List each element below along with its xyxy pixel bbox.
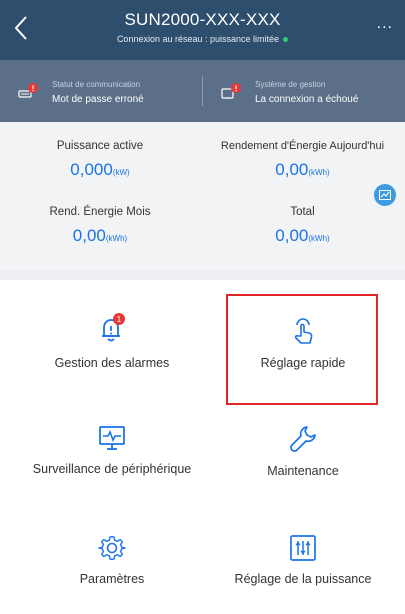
settings-tile[interactable]: Paramètres xyxy=(17,534,207,586)
today-yield-number: 0,00 xyxy=(275,160,309,179)
power-adjustment-label: Réglage de la puissance xyxy=(234,572,372,586)
management-system-value: La connexion a échoué xyxy=(255,94,359,105)
today-yield-value: 0,00(kWh) xyxy=(200,160,405,180)
active-power-value: 0,000(kW) xyxy=(0,160,200,180)
quick-setup-label: Réglage rapide xyxy=(260,356,346,370)
management-system-label: Système de gestion xyxy=(255,80,326,89)
maintenance-label: Maintenance xyxy=(267,464,339,478)
quick-setup-tile[interactable]: Réglage rapide xyxy=(208,316,398,370)
device-monitoring-tile[interactable]: Surveillance de périphérique xyxy=(7,424,217,476)
month-yield-number: 0,00 xyxy=(72,226,106,245)
today-yield-stat: Rendement d'Énergie Aujourd'hui 0,00(kWh… xyxy=(200,140,405,180)
alarm-management-tile[interactable]: 1 Gestion des alarmes xyxy=(17,312,207,370)
tap-hand-icon xyxy=(294,318,313,344)
communication-status-value: Mot de passe erroné xyxy=(52,94,144,105)
section-gap xyxy=(0,270,405,280)
bell-icon: 1 xyxy=(102,313,125,342)
chart-button[interactable] xyxy=(374,184,396,206)
app-header: SUN2000-XXX-XXX Connexion au réseau : pu… xyxy=(0,0,405,60)
total-yield-number: 0,00 xyxy=(275,226,309,245)
device-title: SUN2000-XXX-XXX xyxy=(124,10,281,29)
active-power-number: 0,000 xyxy=(70,160,113,179)
total-yield-stat: Total 0,00(kWh) xyxy=(200,206,405,246)
more-button[interactable]: ... xyxy=(377,16,393,32)
status-bar: Statut de communication Mot de passe err… xyxy=(0,60,405,122)
active-power-label: Puissance active xyxy=(56,140,144,152)
chart-icon xyxy=(379,190,391,200)
alarm-badge-count: 1 xyxy=(117,315,122,324)
sliders-icon xyxy=(290,535,316,561)
month-yield-stat: Rend. Énergie Mois 0,00(kWh) xyxy=(0,206,200,246)
total-yield-unit: (kWh) xyxy=(308,234,330,243)
gear-icon xyxy=(98,536,126,560)
communication-status[interactable]: Statut de communication Mot de passe err… xyxy=(0,60,202,122)
management-system-status[interactable]: Système de gestion La connexion a échoué xyxy=(203,60,405,122)
monitor-icon xyxy=(99,426,125,450)
total-yield-value: 0,00(kWh) xyxy=(200,226,405,246)
month-yield-value: 0,00(kWh) xyxy=(0,226,200,246)
today-yield-unit: (kWh) xyxy=(308,168,330,177)
maintenance-tile[interactable]: Maintenance xyxy=(208,424,398,478)
management-system-error-icon xyxy=(221,83,241,99)
today-yield-label: Rendement d'Énergie Aujourd'hui xyxy=(220,140,385,152)
total-yield-label: Total xyxy=(290,206,315,218)
alarm-management-label: Gestion des alarmes xyxy=(54,356,170,370)
month-yield-label: Rend. Énergie Mois xyxy=(49,206,151,218)
communication-error-icon xyxy=(18,83,38,98)
active-power-unit: (kW) xyxy=(112,168,130,177)
power-adjustment-tile[interactable]: Réglage de la puissance xyxy=(208,534,398,586)
grid-connection-text: Connexion au réseau : puissance limitée xyxy=(116,34,280,44)
wrench-icon xyxy=(290,426,316,452)
communication-status-label: Statut de communication xyxy=(52,80,141,89)
grid-connection-status: Connexion au réseau : puissance limitée xyxy=(0,34,405,44)
active-power-stat: Puissance active 0,000(kW) xyxy=(0,140,200,180)
settings-label: Paramètres xyxy=(79,572,145,586)
energy-stats-panel: Puissance active 0,000(kW) Rendement d'É… xyxy=(0,122,405,270)
status-dot xyxy=(283,37,289,43)
month-yield-unit: (kWh) xyxy=(105,234,128,243)
device-monitoring-label: Surveillance de périphérique xyxy=(32,462,192,476)
